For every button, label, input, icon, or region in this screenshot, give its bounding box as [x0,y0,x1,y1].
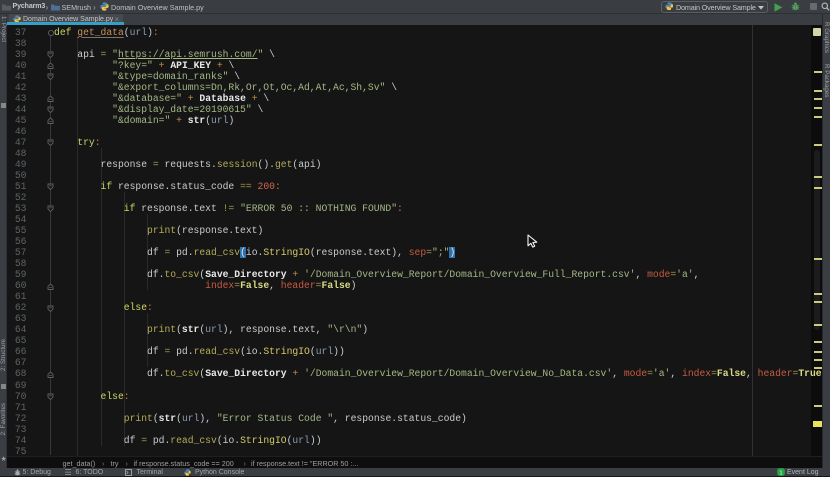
svg-text:1: 1 [779,471,782,477]
